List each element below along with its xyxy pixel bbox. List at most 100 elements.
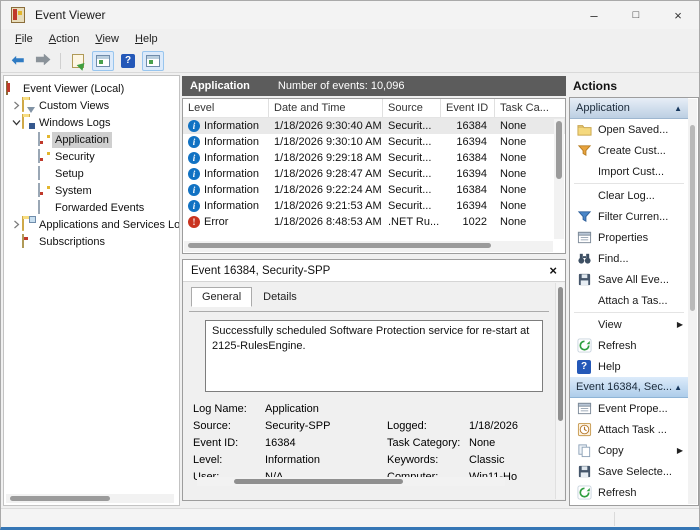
tree-item-system[interactable]: System [4,182,179,199]
logged-value: 1/18/2026 [469,419,518,432]
menu-view[interactable]: View [87,31,127,47]
menu-action[interactable]: Action [41,31,88,47]
minimize-button[interactable]: – [573,1,615,29]
table-row[interactable]: i Information 1/18/2026 9:22:24 AM Securi… [183,182,565,198]
preview-vertical-scrollbar[interactable] [555,283,564,499]
tree-horizontal-scrollbar[interactable] [6,494,174,503]
table-vertical-scrollbar[interactable] [554,119,564,239]
actions-vertical-scrollbar[interactable] [688,99,697,504]
action-save-all-events[interactable]: Save All Eve... [570,269,688,290]
setup-log-icon [38,166,40,180]
preview-header: Event 16384, Security-SPP × [183,260,565,282]
column-header-datetime[interactable]: Date and Time [269,99,383,117]
log-name-label: Log Name: [193,402,247,415]
action-attach-task-to-event[interactable]: Attach Task ... [570,419,688,440]
tab-general[interactable]: General [191,287,253,307]
forwarded-events-log-icon [38,200,40,214]
column-header-taskcategory[interactable]: Task Ca... [495,99,565,117]
services-logs-folder-icon [22,217,24,231]
keywords-label: Keywords: [387,453,439,466]
floppy-icon [578,465,590,478]
forward-button[interactable]: ⮕ [32,51,54,71]
properties-icon [577,402,591,415]
action-save-selected-events[interactable]: Save Selecte... [570,461,688,482]
table-vscrollbar-thumb[interactable] [556,121,562,179]
source-label: Source: [193,419,231,432]
tree-item-custom-views[interactable]: Custom Views [4,97,179,114]
info-icon: i [188,200,200,212]
source-value: Security-SPP [265,419,331,432]
menu-file[interactable]: File [7,31,41,47]
tree-item-setup[interactable]: Setup [4,165,179,182]
action-pane-toggle-button[interactable] [142,50,164,71]
action-refresh[interactable]: Refresh [570,335,688,356]
actions-section-application[interactable]: Application ▲ [570,98,688,119]
table-row[interactable]: i Information 1/18/2026 9:30:10 AM Securi… [183,134,565,150]
keywords-value: Classic [469,453,505,466]
properties-icon [577,231,591,244]
preview-close-icon[interactable]: × [549,264,557,277]
toolbar: ⬅ ⮕ ? [1,49,699,73]
action-copy[interactable]: Copy ▶ [570,440,688,461]
export-button[interactable] [67,51,89,71]
preview-vscrollbar-thumb[interactable] [558,287,563,421]
action-properties[interactable]: Properties [570,227,688,248]
tree-item-event-viewer-local[interactable]: Event Viewer (Local) [4,80,179,97]
table-horizontal-scrollbar[interactable] [184,241,553,252]
chevron-right-icon[interactable] [10,100,22,112]
console-tree-panel: Event Viewer (Local) Custom Views Window… [3,75,180,506]
actions-section-event[interactable]: Event 16384, Sec... ▲ [570,377,688,398]
status-bar [1,508,699,527]
action-event-properties[interactable]: Event Prope... [570,398,688,419]
preview-title: Event 16384, Security-SPP [191,264,331,277]
chevron-right-icon[interactable] [10,219,22,231]
actions-vscrollbar-thumb[interactable] [690,125,695,312]
tree-item-subscriptions[interactable]: Subscriptions [4,233,179,250]
maximize-button[interactable]: □ [615,1,657,29]
help-button[interactable]: ? [117,51,139,71]
close-button[interactable]: × [657,1,699,29]
tree-item-security[interactable]: Security [4,148,179,165]
help-icon: ? [577,359,591,374]
table-row[interactable]: i Information 1/18/2026 9:21:53 AM Securi… [183,198,565,214]
column-header-level[interactable]: Level [183,99,269,117]
table-row[interactable]: i Information 1/18/2026 9:28:47 AM Securi… [183,166,565,182]
collapse-icon[interactable]: ▲ [674,383,682,392]
action-filter-current-log[interactable]: Filter Curren... [570,206,688,227]
action-refresh-event[interactable]: Refresh [570,482,688,503]
table-hscrollbar-thumb[interactable] [188,243,491,248]
table-row[interactable]: i Information 1/18/2026 9:29:18 AM Securi… [183,150,565,166]
tree-scrollbar-thumb[interactable] [10,496,110,501]
menu-help[interactable]: Help [127,31,166,47]
tree-item-application[interactable]: Application [4,131,179,148]
preview-hscrollbar-thumb[interactable] [233,479,404,484]
collapse-icon[interactable]: ▲ [674,104,682,113]
app-icon [11,7,25,23]
action-find[interactable]: Find... [570,248,688,269]
action-attach-task[interactable]: Attach a Tas... [570,290,688,311]
tree-item-windows-logs[interactable]: Windows Logs [4,114,179,131]
tree-item-forwarded-events[interactable]: Forwarded Events [4,199,179,216]
console-tree-toggle-button[interactable] [92,50,114,71]
column-header-eventid[interactable]: Event ID [441,99,495,117]
back-button[interactable]: ⬅ [7,51,29,71]
copy-icon [577,444,590,458]
submenu-arrow-icon: ▶ [676,446,683,455]
action-import-custom-view[interactable]: Import Cust... [570,161,688,182]
event-table: Level Date and Time Source Event ID Task… [182,98,566,254]
tab-details[interactable]: Details [252,287,308,307]
title-bar: Event Viewer – □ × [1,1,699,29]
action-view-submenu[interactable]: View ▶ [570,314,688,335]
tree-item-applications-services-logs[interactable]: Applications and Services Log [4,216,179,233]
action-open-saved-log[interactable]: Open Saved... [570,119,688,140]
action-clear-log[interactable]: Clear Log... [570,185,688,206]
preview-horizontal-scrollbar[interactable] [197,477,505,486]
action-help[interactable]: ? Help [570,356,688,377]
chevron-down-icon[interactable] [10,117,22,129]
table-row[interactable]: i Information 1/18/2026 9:30:40 AM Securi… [183,118,565,134]
action-create-custom-view[interactable]: Create Cust... [570,140,688,161]
toolbar-separator [60,52,61,69]
task-category-value: None [469,436,496,449]
table-row[interactable]: ! Error 1/18/2026 8:48:53 AM .NET Ru... 1… [183,214,565,230]
column-header-source[interactable]: Source [383,99,441,117]
